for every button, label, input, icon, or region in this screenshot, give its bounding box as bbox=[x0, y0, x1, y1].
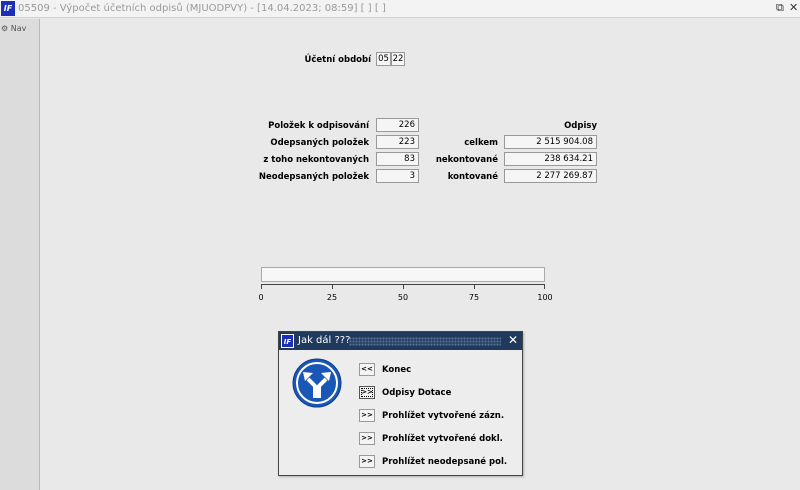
depreciated-field: 223 bbox=[376, 135, 419, 149]
posted-amount-label: kontované bbox=[447, 172, 498, 182]
depreciated-label: Odepsaných položek bbox=[270, 138, 369, 148]
to-depreciate-field: 226 bbox=[376, 118, 419, 132]
progress-tick bbox=[261, 284, 262, 289]
view-created-documents-label: Prohlížet vytvořené dokl. bbox=[382, 434, 503, 444]
not-posted-amount-label: nekontované bbox=[435, 155, 498, 165]
progress-tick bbox=[403, 284, 404, 289]
period-year-field[interactable]: 22 bbox=[391, 52, 405, 66]
view-created-records-button[interactable]: >> bbox=[359, 409, 375, 422]
progress-bar bbox=[261, 267, 545, 282]
app-logo-icon: IF bbox=[1, 1, 15, 16]
view-not-depreciated-button[interactable]: >> bbox=[359, 455, 375, 468]
progress-tick-label: 0 bbox=[258, 293, 264, 302]
dialog-title-bar[interactable]: IF Jak dál ??? ✕ bbox=[279, 332, 522, 350]
progress-tick bbox=[474, 284, 475, 289]
progress-tick-label: 75 bbox=[468, 293, 480, 302]
nav-button[interactable]: ⚙ Nav bbox=[1, 22, 38, 36]
not-depreciated-field: 3 bbox=[376, 169, 419, 183]
total-label: celkem bbox=[464, 138, 498, 148]
title-bar: IF 05509 - Výpočet účetních odpisů (MJUO… bbox=[0, 0, 800, 18]
not-posted-amount-field: 238 634.21 bbox=[504, 152, 597, 166]
subsidy-depreciation-label: Odpisy Dotace bbox=[382, 388, 452, 398]
dialog-close-icon[interactable]: ✕ bbox=[508, 333, 518, 347]
road-fork-sign-icon bbox=[292, 358, 342, 408]
progress-tick bbox=[332, 284, 333, 289]
dialog-title: Jak dál ??? bbox=[298, 335, 351, 346]
dialog-title-texture bbox=[349, 337, 501, 346]
posted-amount-field: 2 277 269.87 bbox=[504, 169, 597, 183]
nav-label: Nav bbox=[10, 24, 27, 33]
depreciation-header: Odpisy bbox=[564, 121, 597, 131]
total-field: 2 515 904.08 bbox=[504, 135, 597, 149]
window-title: 05509 - Výpočet účetních odpisů (MJUODPV… bbox=[18, 3, 386, 14]
not-depreciated-label: Neodepsaných položek bbox=[258, 172, 369, 182]
gear-icon: ⚙ bbox=[1, 24, 9, 33]
view-created-documents-button[interactable]: >> bbox=[359, 432, 375, 445]
restore-window-icon[interactable]: ⧉ bbox=[776, 2, 784, 14]
not-posted-count-field: 83 bbox=[376, 152, 419, 166]
progress-tick-label: 50 bbox=[397, 293, 409, 302]
end-label: Konec bbox=[382, 365, 412, 375]
dialog-app-icon: IF bbox=[281, 334, 294, 348]
to-depreciate-label: Položek k odpisování bbox=[268, 121, 369, 131]
view-not-depreciated-label: Prohlížet neodepsané pol. bbox=[382, 457, 508, 467]
progress-tick bbox=[544, 284, 545, 289]
subsidy-depreciation-button[interactable]: >> bbox=[359, 386, 375, 399]
progress-tick-label: 25 bbox=[326, 293, 338, 302]
sidebar: ⚙ Nav bbox=[0, 19, 40, 490]
next-step-dialog: IF Jak dál ??? ✕ << Konec >> Odpisy Dota… bbox=[278, 331, 523, 476]
period-month-field[interactable]: 05 bbox=[376, 52, 391, 66]
not-posted-count-label: z toho nekontovaných bbox=[263, 155, 369, 165]
period-label: Účetní období bbox=[304, 55, 371, 65]
end-button[interactable]: << bbox=[359, 363, 375, 376]
progress-tick-label: 100 bbox=[537, 293, 553, 302]
close-window-icon[interactable]: ✕ bbox=[789, 2, 798, 14]
view-created-records-label: Prohlížet vytvořené zázn. bbox=[382, 411, 505, 421]
